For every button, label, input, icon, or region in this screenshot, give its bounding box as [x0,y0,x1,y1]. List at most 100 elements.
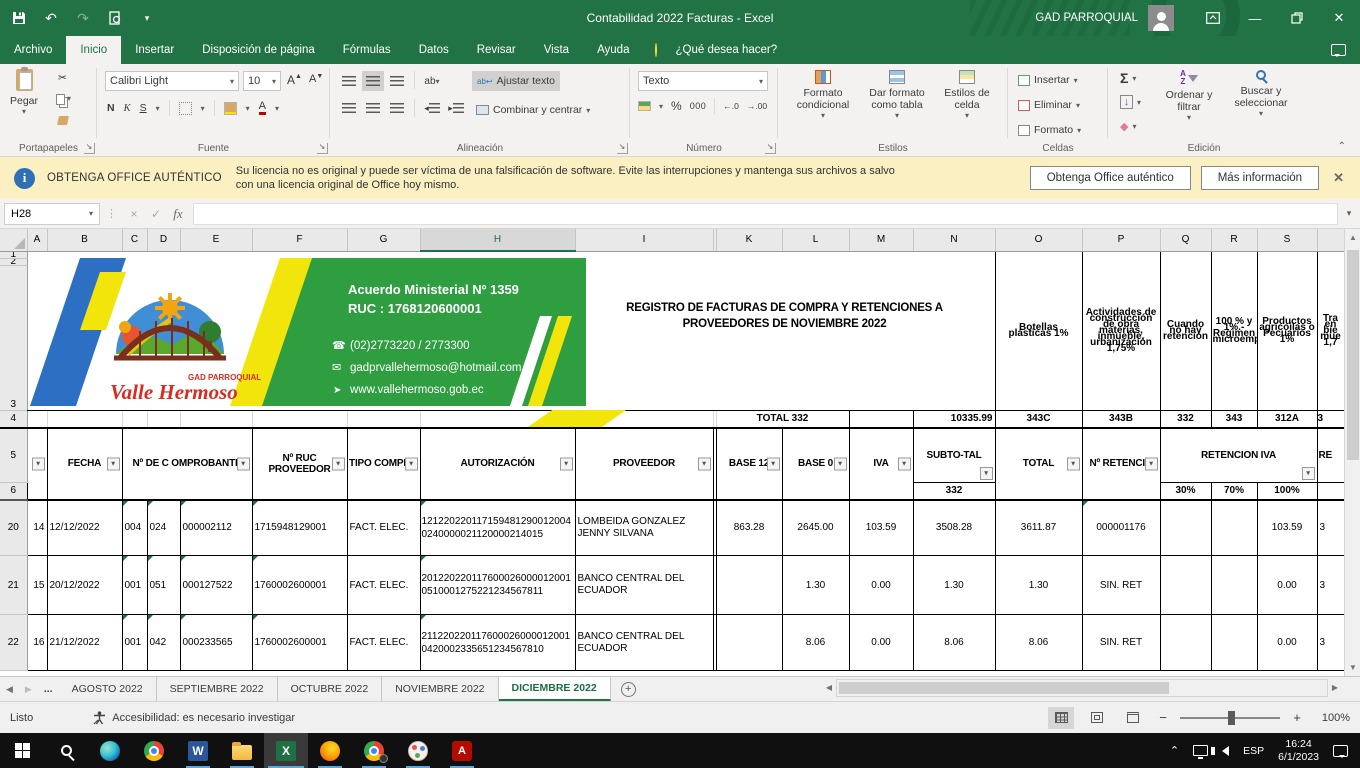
header-ruc-proveedor[interactable]: Nº RUC PROVEEDOR [252,428,347,500]
insert-function-icon[interactable]: fx [167,203,189,225]
filter-icon[interactable] [1302,467,1315,480]
numero-dialog-launcher[interactable] [765,143,776,154]
alineacion-dialog-launcher[interactable] [617,143,628,154]
row-header-22[interactable]: 22 [0,615,27,671]
col-header-R[interactable]: R [1211,229,1257,251]
align-right-button[interactable] [386,98,408,118]
cell[interactable] [1160,556,1211,615]
grow-font-button[interactable]: A▲ [287,73,302,87]
close-warning-icon[interactable]: ✕ [1333,170,1344,186]
col-header-S[interactable]: S [1257,229,1317,251]
tell-me-search[interactable]: ¿Qué desea hacer? [643,36,789,64]
cell[interactable] [252,411,347,428]
cell[interactable] [147,411,180,428]
cell[interactable]: 004 [122,500,147,556]
shrink-font-button[interactable]: A▼ [309,73,323,85]
borders-button[interactable] [179,102,192,115]
row-header-1[interactable]: 1 [0,251,27,258]
insert-cells-button[interactable]: Insertar▾ [1014,70,1082,90]
clear-button[interactable]: ◆▾ [1116,116,1140,136]
row-header-21[interactable]: 21 [0,556,27,615]
format-as-table-button[interactable]: Dar formato como tabla ▾ [862,70,932,120]
accounting-format-button[interactable] [638,101,651,111]
cell[interactable]: 1715948129001 [252,500,347,556]
cell[interactable]: 8.06 [913,615,995,671]
align-top-button[interactable] [338,71,360,91]
fuente-dialog-launcher[interactable] [317,143,328,154]
select-all-corner[interactable] [0,229,27,251]
code-cell-343[interactable]: 343 [1211,411,1257,428]
total-332-label-cell[interactable]: TOTAL 332 [716,411,849,428]
cell[interactable]: 2112202201176000260000120010420002335651… [420,615,575,671]
cell[interactable] [716,615,782,671]
vertical-scrollbar[interactable]: ▲ ▼ [1344,229,1360,676]
header-fecha[interactable]: FECHA [47,428,122,500]
zoom-slider-thumb[interactable] [1228,711,1235,725]
col-header-E[interactable]: E [180,229,252,251]
cell[interactable] [47,411,122,428]
zoom-level[interactable]: 100% [1314,712,1350,724]
acrobat-icon[interactable]: A [440,733,484,768]
row-header-20[interactable]: 20 [0,500,27,556]
cell[interactable]: 051 [147,556,180,615]
ribbon-display-options-icon[interactable] [1192,0,1234,36]
filter-icon[interactable] [698,457,711,470]
cell[interactable]: 1760002600001 [252,615,347,671]
cell[interactable]: LOMBEIDA GONZALEZ JENNY SILVANA [575,500,713,556]
collapse-ribbon-icon[interactable]: ⌃ [1338,141,1346,152]
cell[interactable]: 20/12/2022 [47,556,122,615]
hidden-icons-chevron[interactable]: ⌃ [1170,744,1179,757]
cell[interactable]: 1.30 [782,556,849,615]
paint-icon[interactable] [396,733,440,768]
subheader-T[interactable] [1317,483,1344,500]
cell[interactable]: 001 [122,615,147,671]
fill-button[interactable]: ↓▾ [1116,92,1145,112]
sheet-overflow[interactable]: ... [38,677,59,701]
filter-icon[interactable] [32,457,45,470]
filter-icon[interactable] [980,467,993,480]
col-header-M[interactable]: M [849,229,913,251]
tab-revisar[interactable]: Revisar [463,36,530,64]
tab-inicio[interactable]: Inicio [66,36,121,64]
cell[interactable]: 0.00 [1257,556,1317,615]
cell[interactable] [122,411,147,428]
col-header-Q[interactable]: Q [1160,229,1211,251]
cell[interactable]: 1.30 [995,556,1082,615]
cell[interactable]: 103.59 [849,500,913,556]
chrome-icon[interactable] [132,733,176,768]
accounting-dropdown[interactable]: ▾ [659,102,663,111]
row-header-2[interactable]: 2 [0,258,27,265]
cell[interactable]: 103.59 [1257,500,1317,556]
header-retencion-iva[interactable]: RETENCION IVA [1160,428,1317,483]
restore-button[interactable] [1276,0,1318,36]
header-subtotal[interactable]: SUBTO-TAL [913,428,995,483]
tab-vista[interactable]: Vista [530,36,583,64]
increase-indent-button[interactable]: ▸ [445,98,467,118]
portapapeles-dialog-launcher[interactable] [84,143,95,154]
learn-more-button[interactable]: Más información [1201,166,1319,190]
col-header-I[interactable]: I [575,229,713,251]
sheet-nav-right-icon[interactable]: ▶ [19,677,38,701]
note-cell-P[interactable]: Actividades de construcción de obra mate… [1082,251,1160,411]
row-header-6[interactable]: 6 [0,483,27,500]
col-header-P[interactable]: P [1082,229,1160,251]
zoom-in-button[interactable]: + [1290,710,1304,725]
vertical-scroll-thumb[interactable] [1347,250,1359,460]
cell[interactable]: 3611.87 [995,500,1082,556]
cell[interactable]: 000127522 [180,556,252,615]
subheader-332[interactable]: 332 [913,483,995,500]
cell[interactable]: 14 [27,500,47,556]
tab-formulas[interactable]: Fórmulas [329,36,405,64]
bold-button[interactable]: N [107,102,115,114]
formula-bar-handle[interactable]: ⋮ [106,207,117,220]
action-center-icon[interactable] [1333,745,1348,757]
language-indicator[interactable]: ESP [1243,745,1264,757]
cell[interactable]: 0.00 [849,615,913,671]
excel-icon-active[interactable]: X [264,733,308,768]
orientation-button[interactable]: ab▾ [421,71,443,91]
sort-filter-button[interactable]: AZ Ordenar y filtrar ▾ [1156,70,1222,122]
avatar[interactable] [1148,5,1174,31]
number-format-combo[interactable]: Texto▾ [638,71,768,91]
paste-button[interactable]: Pegar ▾ [10,69,38,116]
row-header-3[interactable]: 3 [0,265,27,410]
